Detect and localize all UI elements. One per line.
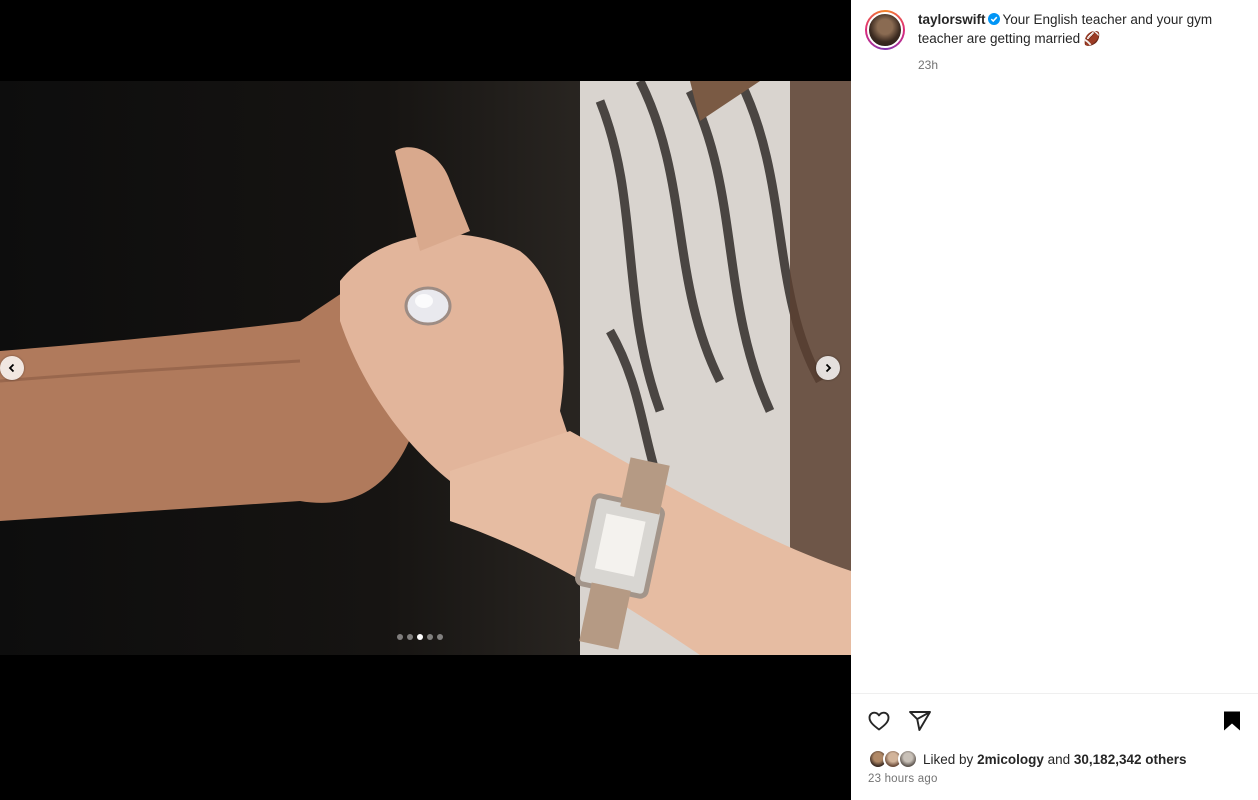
next-slide-button[interactable] — [816, 356, 840, 380]
liker-avatars[interactable] — [868, 749, 920, 769]
post-media — [0, 0, 851, 800]
action-bar: Liked by 2micology and 30,182,342 others… — [851, 693, 1258, 800]
likes-middle: and — [1047, 751, 1071, 767]
post-sidebar: taylorswift Your English teacher and your… — [851, 0, 1258, 800]
carousel-dot-active — [417, 634, 423, 640]
username-link[interactable]: taylorswift — [918, 12, 986, 27]
likes-count-link[interactable]: 30,182,342 others — [1074, 752, 1187, 767]
post-time-full[interactable]: 23 hours ago — [868, 773, 938, 785]
carousel-dot — [407, 634, 413, 640]
bookmark-icon[interactable] — [1220, 709, 1244, 733]
avatar-image — [867, 12, 903, 48]
heart-icon[interactable] — [867, 709, 891, 733]
chevron-left-icon — [8, 363, 15, 373]
carousel-dot — [427, 634, 433, 640]
carousel-dot — [437, 634, 443, 640]
paper-plane-icon[interactable] — [908, 709, 932, 733]
likes-prefix: Liked by — [923, 751, 974, 767]
verified-badge-icon — [987, 13, 1000, 25]
post-time-short[interactable]: 23h — [918, 58, 938, 72]
caption-row: taylorswift Your English teacher and your… — [865, 10, 1250, 50]
previous-slide-button[interactable] — [0, 356, 24, 380]
caption: taylorswift Your English teacher and your… — [918, 10, 1238, 50]
avatar[interactable] — [865, 10, 905, 50]
post-photo[interactable] — [0, 81, 851, 655]
likes-summary: Liked by 2micology and 30,182,342 others — [868, 749, 1186, 769]
carousel-indicator — [397, 634, 443, 640]
carousel-dot — [397, 634, 403, 640]
chevron-right-icon — [825, 363, 832, 373]
caption-emoji: 🏈 — [1083, 31, 1101, 46]
liker-username-link[interactable]: 2micology — [977, 752, 1044, 767]
liker-avatar — [898, 749, 918, 769]
engagement-photo — [0, 81, 851, 655]
